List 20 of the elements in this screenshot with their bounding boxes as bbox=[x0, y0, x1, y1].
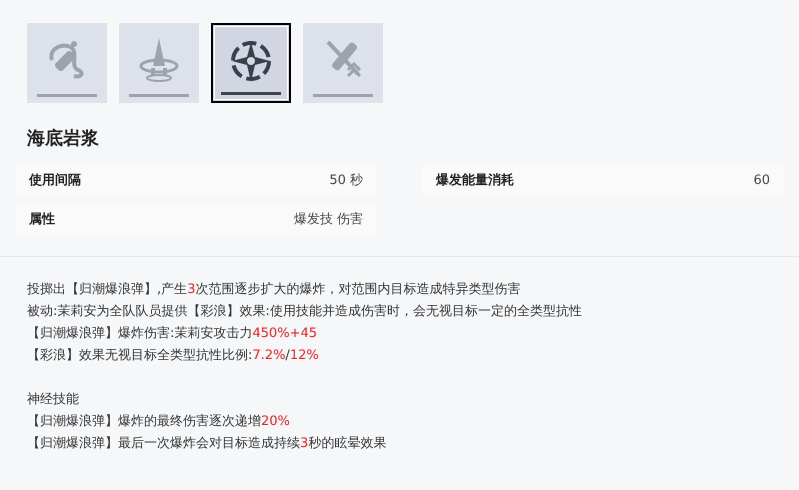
description-line: 被动:茉莉安为全队队员提供【彩浪】效果:使用技能并造成伤害时，会无视目标一定的全类型抗性 bbox=[27, 303, 583, 321]
underline-bar-icon bbox=[313, 94, 373, 97]
skill-title: 海底岩浆 bbox=[26, 127, 100, 151]
stat-value: 爆发技 伤害 bbox=[294, 211, 363, 230]
description-line: 投掷出【归潮爆浪弹】,产生3次范围逐步扩大的爆炸，对范围内目标造成特异类型伤害 bbox=[27, 281, 522, 299]
section-heading: 神经技能 bbox=[27, 391, 80, 409]
description-line: 【归潮爆浪弹】爆炸的最终伤害逐次递增20% bbox=[27, 413, 291, 431]
star-burst-icon bbox=[228, 38, 274, 84]
description-line: 【彩浪】效果无视目标全类型抗性比例:7.2%/12% bbox=[27, 347, 320, 365]
stat-label: 爆发能量消耗 bbox=[436, 172, 514, 190]
description-line: 【归潮爆浪弹】爆炸伤害:茉莉安攻击力450%+45 bbox=[27, 325, 318, 343]
skill-tab[interactable] bbox=[211, 23, 291, 103]
stat-label: 属性 bbox=[29, 211, 55, 230]
underline-bar-icon bbox=[221, 92, 281, 95]
stat-value: 50 秒 bbox=[329, 172, 363, 190]
stat-label: 使用间隔 bbox=[29, 172, 81, 190]
stat-value: 60 bbox=[753, 172, 770, 190]
description-line: 【归潮爆浪弹】最后一次爆炸会对目标造成持续3秒的眩晕效果 bbox=[27, 435, 388, 453]
underline-bar-icon bbox=[37, 94, 97, 97]
underline-bar-icon bbox=[129, 94, 189, 97]
